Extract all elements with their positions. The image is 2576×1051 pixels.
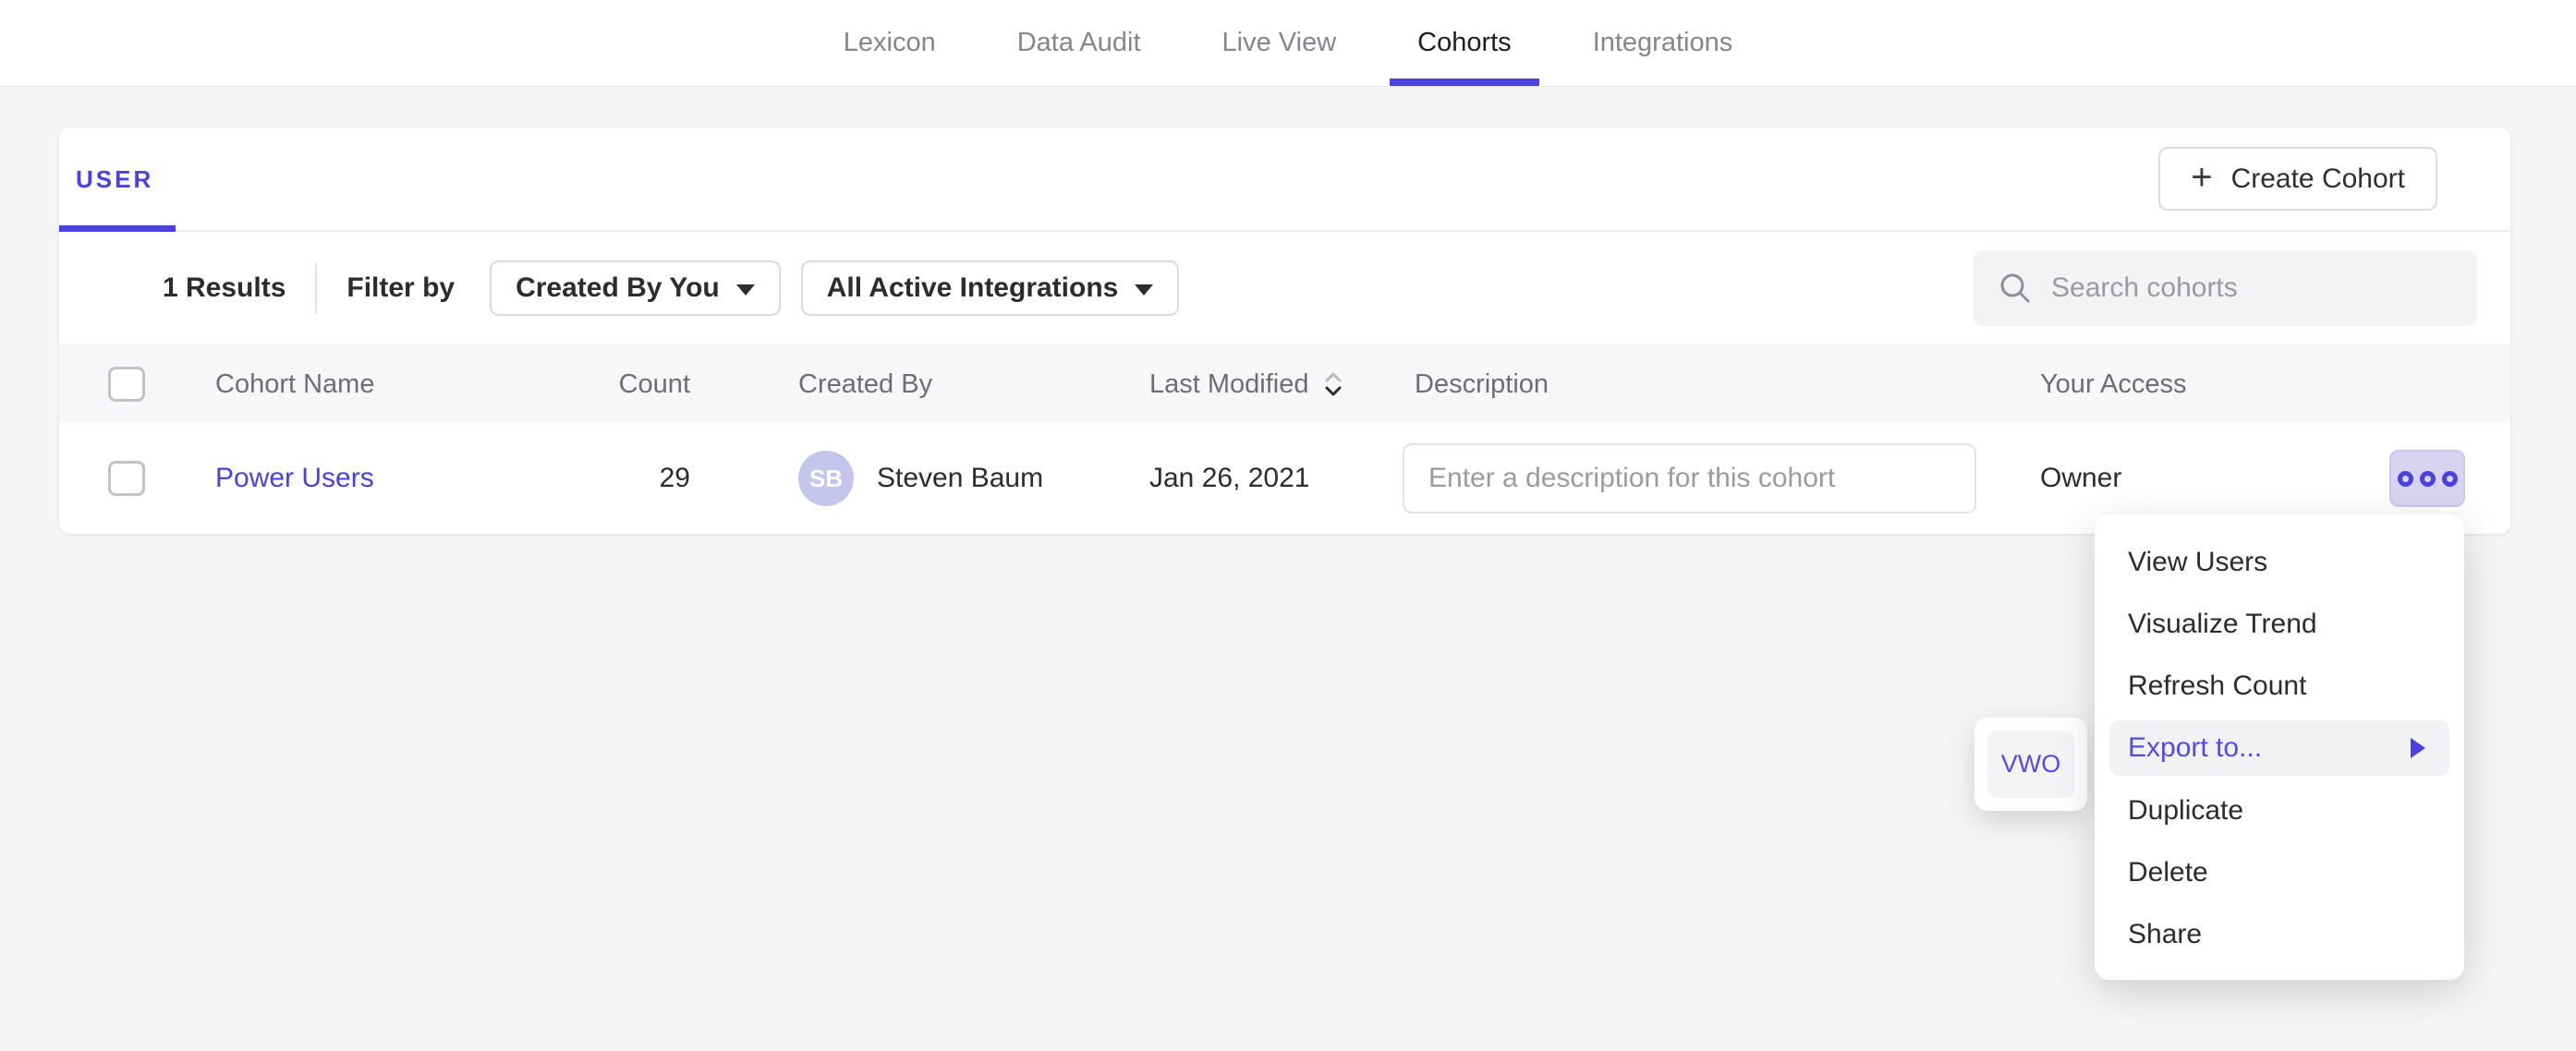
cohort-name-link[interactable]: Power Users <box>215 463 374 493</box>
chevron-down-icon <box>1135 284 1153 296</box>
chevron-down-icon <box>736 284 755 296</box>
header-count: Count <box>579 369 746 400</box>
create-cohort-label: Create Cohort <box>2231 163 2405 195</box>
row-actions-cell <box>2326 450 2510 507</box>
search-icon <box>1998 271 2033 306</box>
last-modified-cell: Jan 26, 2021 <box>1097 463 1355 494</box>
header-last-modified-label: Last Modified <box>1149 369 1309 400</box>
cohorts-card: USER + Create Cohort 1 Results Filter by… <box>59 127 2510 534</box>
header-created-by: Created By <box>746 369 1097 400</box>
header-description: Description <box>1355 369 1984 400</box>
row-context-menu: View Users Visualize Trend Refresh Count… <box>2095 514 2464 980</box>
created-by-dropdown[interactable]: Created By You <box>490 260 781 316</box>
menu-item-refresh-count[interactable]: Refresh Count <box>2095 655 2464 717</box>
header-cohort-name: Cohort Name <box>182 369 579 400</box>
description-cell <box>1355 443 1984 513</box>
more-actions-button[interactable] <box>2389 450 2465 507</box>
nav-tab-data-audit[interactable]: Data Audit <box>990 0 1169 86</box>
menu-item-view-users[interactable]: View Users <box>2095 531 2464 593</box>
table-header-row: Cohort Name Count Created By Last Modifi… <box>59 345 2510 423</box>
more-dots-icon <box>2442 471 2458 487</box>
menu-item-export-to[interactable]: Export to... <box>2109 720 2449 776</box>
nav-tab-cohorts[interactable]: Cohorts <box>1390 0 1539 86</box>
filter-by-label: Filter by <box>346 272 455 304</box>
search-cohorts-box[interactable] <box>1974 250 2477 326</box>
divider <box>315 262 317 314</box>
your-access-cell: Owner <box>1984 463 2326 494</box>
menu-item-share[interactable]: Share <box>2095 903 2464 965</box>
description-input[interactable] <box>1403 443 1976 513</box>
more-dots-icon <box>2420 471 2436 487</box>
row-checkbox-cell <box>59 461 182 496</box>
nav-tab-lexicon[interactable]: Lexicon <box>816 0 964 86</box>
plus-icon: + <box>2191 159 2212 196</box>
create-cohort-button[interactable]: + Create Cohort <box>2158 147 2437 211</box>
nav-tab-integrations[interactable]: Integrations <box>1565 0 1761 86</box>
tab-user[interactable]: USER <box>59 127 176 232</box>
filter-row: 1 Results Filter by Created By You All A… <box>59 232 2510 345</box>
header-last-modified[interactable]: Last Modified <box>1097 369 1355 400</box>
created-by-cell: SB Steven Baum <box>746 451 1097 506</box>
avatar: SB <box>798 451 854 506</box>
created-by-name: Steven Baum <box>877 463 1043 494</box>
integrations-dropdown-value: All Active Integrations <box>827 272 1119 304</box>
menu-item-visualize-trend[interactable]: Visualize Trend <box>2095 593 2464 655</box>
integrations-dropdown[interactable]: All Active Integrations <box>801 260 1180 316</box>
menu-item-delete[interactable]: Delete <box>2095 841 2464 903</box>
menu-item-duplicate[interactable]: Duplicate <box>2095 779 2464 841</box>
search-input[interactable] <box>2051 272 2453 304</box>
submenu-arrow-icon <box>2411 738 2425 758</box>
select-all-checkbox[interactable] <box>108 367 145 402</box>
results-count: 1 Results <box>163 272 286 304</box>
menu-item-export-to-label: Export to... <box>2128 732 2262 764</box>
header-your-access: Your Access <box>1984 369 2326 400</box>
card-header: USER + Create Cohort <box>59 127 2510 232</box>
top-navigation: Lexicon Data Audit Live View Cohorts Int… <box>0 0 2576 87</box>
header-checkbox-cell <box>59 367 182 402</box>
row-checkbox[interactable] <box>108 461 145 496</box>
more-dots-icon <box>2398 471 2413 487</box>
nav-tab-live-view[interactable]: Live View <box>1195 0 1365 86</box>
sort-icon[interactable] <box>1322 369 1344 399</box>
submenu-item-vwo[interactable]: VWO <box>1987 731 2074 798</box>
created-by-dropdown-value: Created By You <box>516 272 720 304</box>
cohort-count-cell: 29 <box>579 463 746 494</box>
cohort-name-cell: Power Users <box>182 463 579 494</box>
export-submenu: VWO <box>1975 718 2087 811</box>
